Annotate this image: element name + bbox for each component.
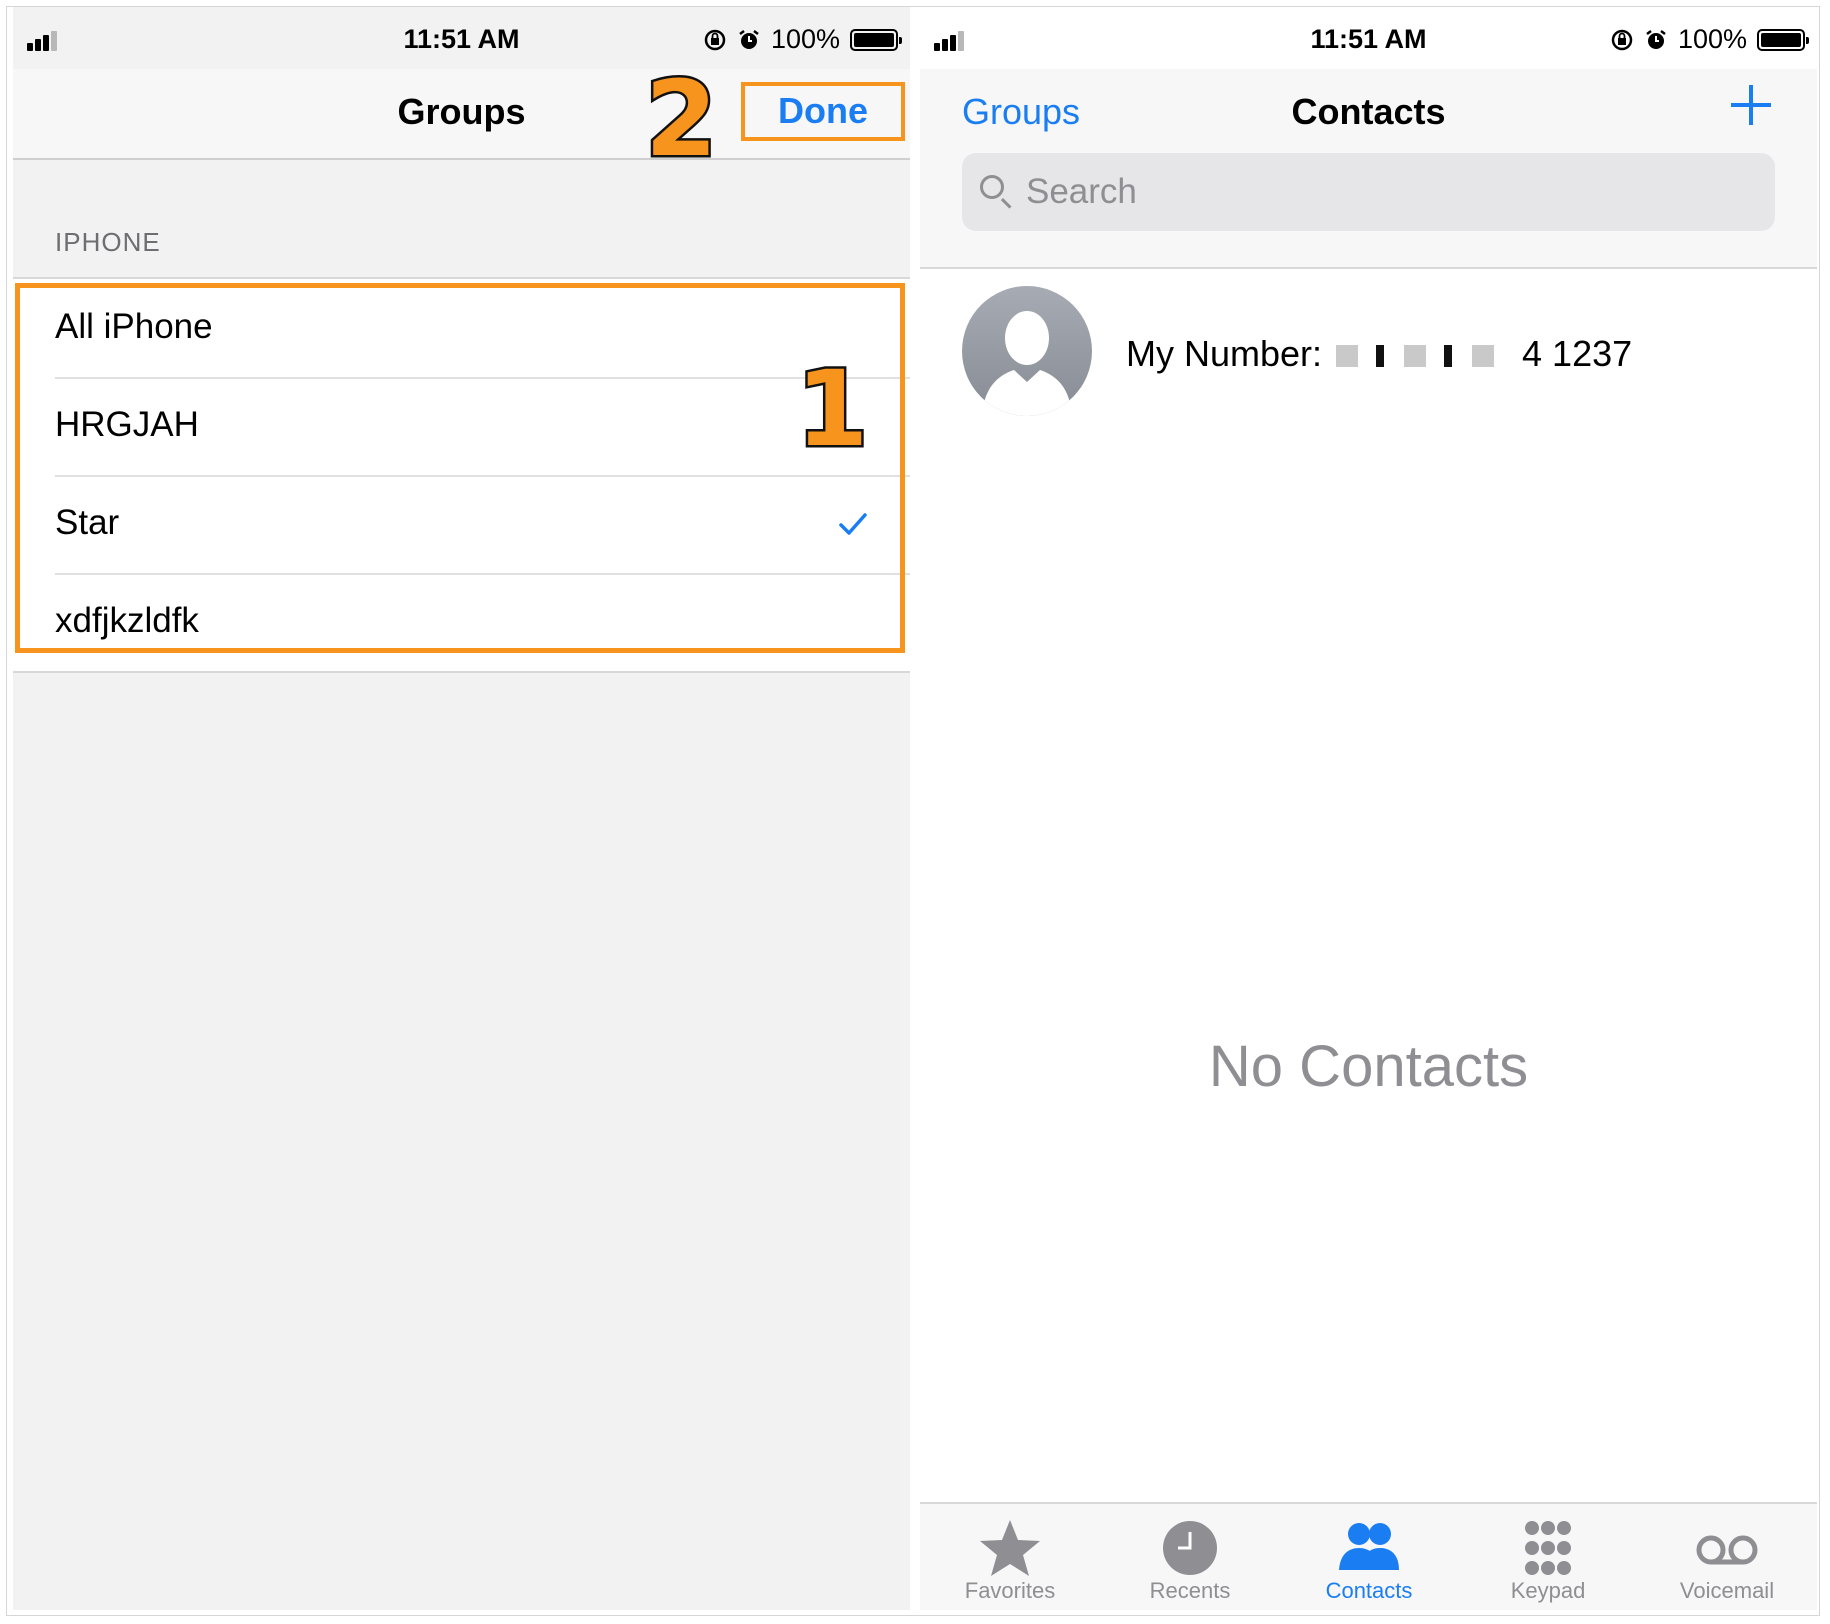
status-right: 100%: [1610, 24, 1809, 55]
section-header: IPHONE: [55, 227, 161, 257]
done-button[interactable]: Done: [741, 82, 905, 141]
keypad-icon: [1525, 1521, 1571, 1575]
my-number: My Number: 4 1237: [1126, 333, 1632, 375]
my-number-label: My Number:: [1126, 333, 1323, 374]
contacts-screen: 11:51 AM 100% Groups Contacts Search My …: [920, 7, 1817, 1610]
tab-voicemail[interactable]: Voicemail: [1637, 1504, 1817, 1610]
group-label: All iPhone: [55, 307, 213, 346]
battery-percent: 100%: [770, 24, 840, 54]
add-contact-icon[interactable]: [1731, 85, 1771, 125]
battery-percent: 100%: [1677, 24, 1747, 54]
tab-label: Voicemail: [1679, 1578, 1775, 1603]
status-right: 100%: [703, 24, 902, 55]
groups-list: All iPhone HRGJAH Star xdfjkzldfk: [13, 277, 910, 673]
battery-icon: [850, 28, 902, 51]
tab-favorites[interactable]: Favorites: [920, 1504, 1100, 1610]
battery-icon: [1757, 28, 1809, 51]
search-icon: [980, 175, 1004, 199]
star-icon: [980, 1520, 1040, 1576]
clock-icon: [1163, 1521, 1217, 1575]
person-silhouette-icon: [982, 311, 1072, 416]
checkmark-icon: [839, 513, 867, 535]
status-bar: 11:51 AM 100%: [920, 7, 1817, 69]
tab-label: Recents: [1149, 1578, 1231, 1603]
page-title: Contacts: [1291, 91, 1446, 132]
group-label: Star: [55, 503, 120, 542]
tab-label: Favorites: [964, 1578, 1056, 1603]
contacts-icon: [1339, 1523, 1399, 1570]
tab-bar: Favorites Recents Contacts Keypad Voicem…: [920, 1502, 1817, 1610]
alarm-icon: [739, 29, 759, 49]
groups-nav-bar: Groups Done: [13, 69, 910, 160]
my-number-suffix: 4 1237: [1522, 333, 1633, 374]
group-row-all-iphone[interactable]: All iPhone: [13, 279, 910, 377]
rotation-lock-icon: [704, 29, 726, 50]
search-placeholder: Search: [1026, 172, 1137, 211]
group-row-xdfjkzldfk[interactable]: xdfjkzldfk: [13, 573, 910, 671]
tab-label: Contacts: [1325, 1578, 1413, 1603]
redacted-digits: [1336, 345, 1509, 368]
avatar: [962, 286, 1092, 416]
voicemail-icon: [1696, 1535, 1758, 1565]
tab-label: Keypad: [1510, 1578, 1586, 1603]
group-row-hrgjah[interactable]: HRGJAH: [13, 377, 910, 475]
groups-screen: 11:51 AM 100% Groups Done 2 IPHONE All i…: [13, 7, 910, 1610]
tab-contacts[interactable]: Contacts: [1279, 1504, 1459, 1610]
empty-state: No Contacts: [1208, 1034, 1529, 1099]
step-1-annotation: 1: [793, 348, 870, 470]
status-bar: 11:51 AM 100%: [13, 7, 910, 69]
my-card-row[interactable]: My Number: 4 1237: [962, 286, 1782, 416]
search-field[interactable]: Search: [962, 153, 1775, 231]
alarm-icon: [1646, 29, 1666, 49]
group-row-star[interactable]: Star: [13, 475, 910, 573]
contacts-nav-bar: Groups Contacts Search: [920, 69, 1817, 269]
group-label: HRGJAH: [55, 405, 199, 444]
tab-keypad[interactable]: Keypad: [1458, 1504, 1638, 1610]
step-2-annotation: 2: [642, 58, 719, 180]
group-label: xdfjkzldfk: [55, 601, 199, 640]
rotation-lock-icon: [1611, 29, 1633, 50]
tab-recents[interactable]: Recents: [1100, 1504, 1280, 1610]
